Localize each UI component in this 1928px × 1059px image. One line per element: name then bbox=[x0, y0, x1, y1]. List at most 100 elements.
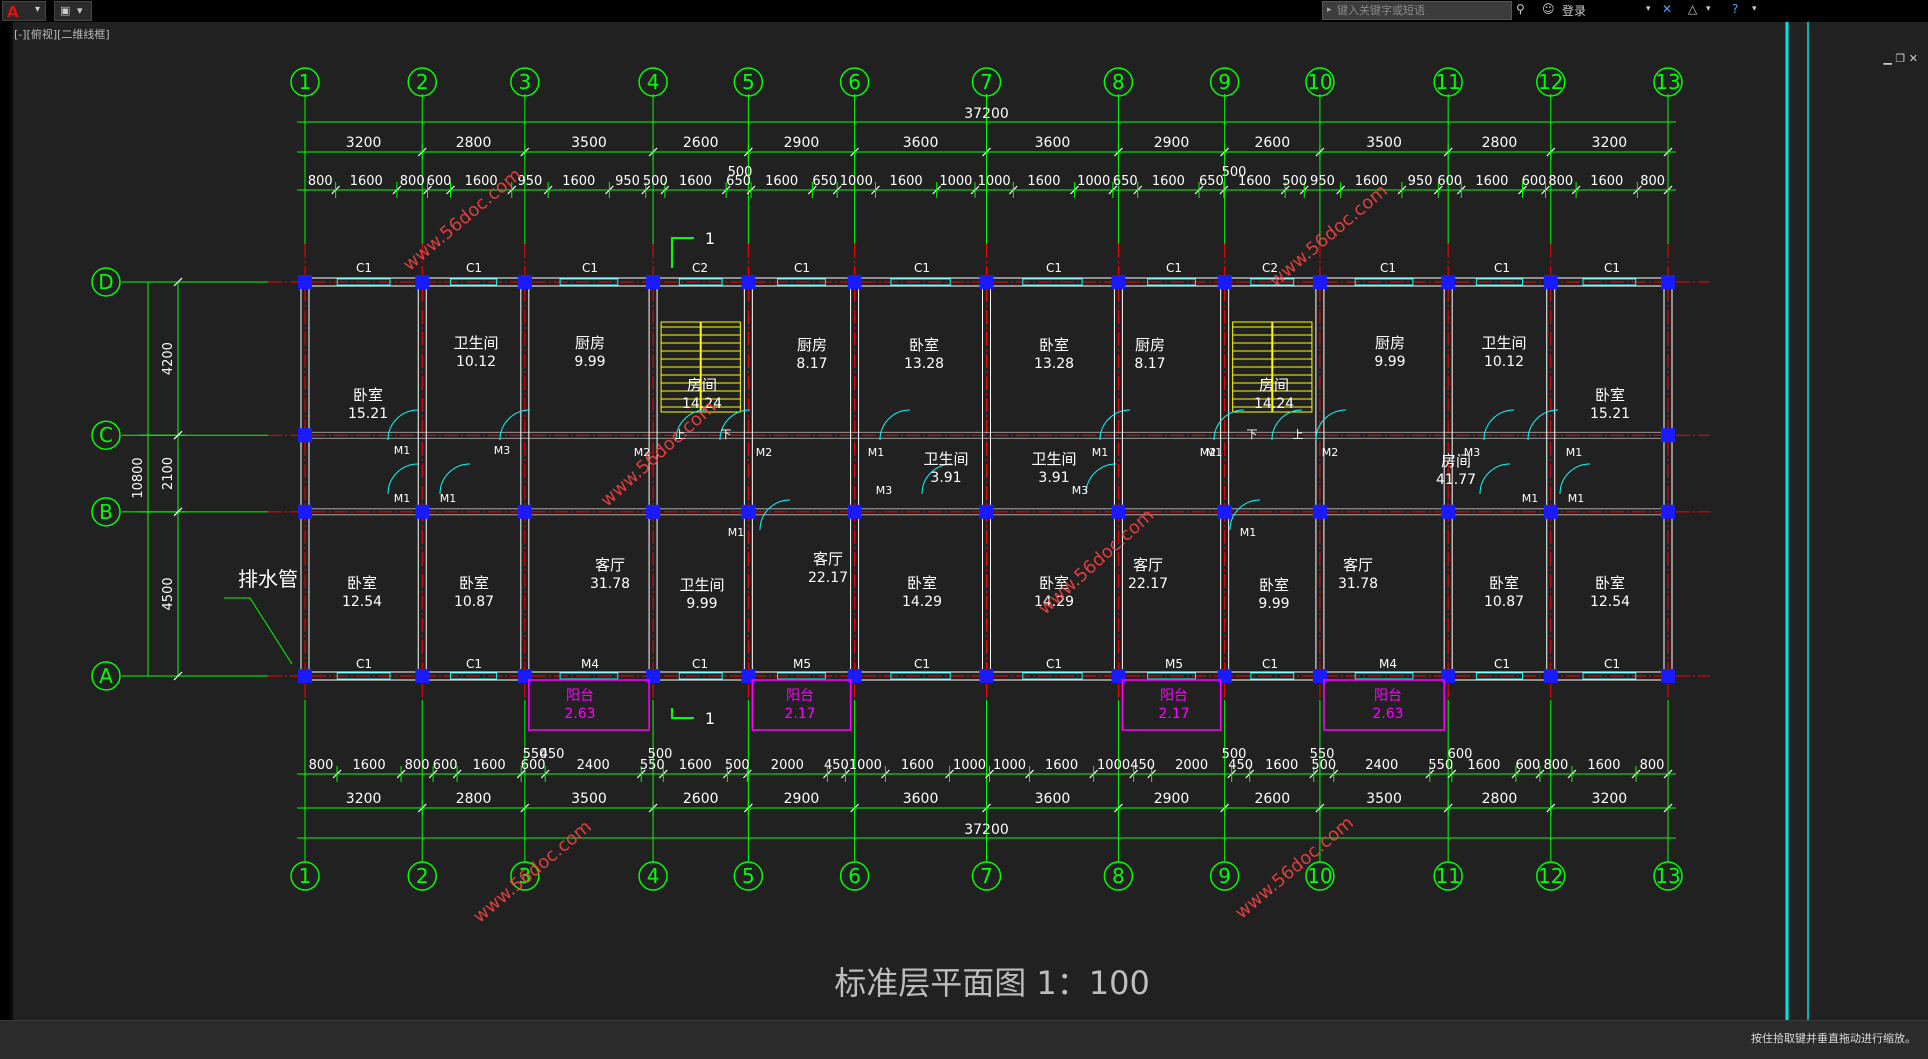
dimension-value: 500 bbox=[1222, 747, 1247, 762]
window-tag: C2 bbox=[692, 261, 708, 275]
dimension-value: 2400 bbox=[577, 758, 610, 773]
floor-plan-drawing[interactable]: 1122334455667788991010111112121313DCBA 3… bbox=[0, 22, 1928, 1020]
structural-column bbox=[646, 275, 661, 289]
balcony-name: 阳台 bbox=[566, 688, 594, 704]
dimension-value: 450 bbox=[824, 758, 849, 773]
dimension-value: 1600 bbox=[1587, 758, 1620, 773]
window-tag: C1 bbox=[356, 657, 372, 671]
dimension-value: 2800 bbox=[1482, 791, 1518, 807]
binoculars-icon[interactable]: ⚲ bbox=[1516, 2, 1525, 20]
dimension-value: 650 bbox=[812, 174, 837, 189]
structural-column bbox=[847, 275, 862, 289]
structural-column bbox=[415, 504, 430, 519]
chevron-down-icon[interactable]: ▾ bbox=[1646, 4, 1651, 22]
window-tag: C1 bbox=[1262, 657, 1278, 671]
exchange-icon[interactable]: ✕ bbox=[1662, 2, 1672, 20]
dimension-value: 1600 bbox=[353, 758, 386, 773]
watermark-text: www.56doc.com bbox=[596, 397, 720, 511]
dimension-value: 950 bbox=[1408, 174, 1433, 189]
structural-column bbox=[1661, 275, 1675, 289]
room-area: 13.28 bbox=[1034, 356, 1074, 372]
door-tag: M1 bbox=[1522, 492, 1539, 505]
door-tag: M1 bbox=[1092, 446, 1109, 459]
dimension-value: 1000 bbox=[1097, 758, 1130, 773]
structural-column bbox=[741, 504, 756, 519]
structural-column bbox=[1441, 275, 1456, 289]
axis-label-x: 4 bbox=[647, 864, 660, 888]
door-swing bbox=[439, 463, 471, 495]
left-edge-bar bbox=[10, 22, 13, 1020]
dimension-value: 2600 bbox=[683, 135, 719, 151]
room-name: 卧室 bbox=[1489, 574, 1519, 592]
dimension-value: 2800 bbox=[1482, 135, 1518, 151]
room-name: 卧室 bbox=[907, 574, 937, 592]
dimension-value: 1600 bbox=[679, 758, 712, 773]
axis-label-x: 1 bbox=[299, 864, 312, 888]
axis-label-x: 6 bbox=[848, 864, 861, 888]
restore-icon[interactable]: ❐ bbox=[1895, 52, 1905, 65]
login-button[interactable]: 登录 bbox=[1562, 2, 1586, 20]
autocad-logo-icon: A bbox=[7, 3, 19, 21]
structural-column bbox=[517, 669, 532, 683]
balcony-area: 2.17 bbox=[784, 706, 815, 722]
room-area: 9.99 bbox=[686, 596, 717, 612]
help-icon[interactable]: ? bbox=[1732, 2, 1738, 20]
dimension-value: 2900 bbox=[784, 135, 820, 151]
a360-icon[interactable]: △ bbox=[1688, 2, 1697, 20]
chevron-down-icon[interactable]: ▾ bbox=[1706, 4, 1711, 22]
dimension-value: 500 bbox=[648, 747, 673, 762]
axis-label-x: 3 bbox=[518, 70, 531, 94]
close-icon[interactable]: ✕ bbox=[1909, 52, 1918, 65]
door-tag: M2 bbox=[1200, 446, 1217, 459]
room-name: 厨房 bbox=[1375, 334, 1405, 352]
search-box[interactable]: ▸ bbox=[1322, 1, 1512, 20]
structural-column bbox=[1111, 504, 1126, 519]
dimension-value: 1000 bbox=[1077, 174, 1110, 189]
axis-label-x: 13 bbox=[1655, 864, 1680, 888]
door-tag: M3 bbox=[1072, 484, 1089, 497]
room-area: 3.91 bbox=[1038, 470, 1069, 486]
dimension-value: 3600 bbox=[1035, 135, 1071, 151]
structural-column bbox=[298, 275, 312, 289]
dimension-value: 800 bbox=[309, 758, 334, 773]
room-area: 41.77 bbox=[1436, 472, 1476, 488]
room-area: 8.17 bbox=[796, 356, 827, 372]
room-name: 卧室 bbox=[1039, 336, 1069, 354]
axis-label-x: 1 bbox=[299, 70, 312, 94]
dimension-value: 450 bbox=[1130, 758, 1155, 773]
dimension-value: 3500 bbox=[571, 135, 607, 151]
room-area: 14.24 bbox=[1254, 396, 1294, 412]
minimize-icon[interactable]: ▁ bbox=[1883, 52, 1891, 65]
room-area: 9.99 bbox=[574, 354, 605, 370]
stair-direction-mark: 下 bbox=[721, 428, 732, 441]
room-area: 31.78 bbox=[1338, 576, 1378, 592]
dimension-value: 1600 bbox=[1475, 174, 1508, 189]
structural-column bbox=[1312, 504, 1327, 519]
structural-column bbox=[298, 428, 312, 443]
section-mark-label: 1 bbox=[705, 709, 715, 728]
structural-column bbox=[415, 669, 430, 683]
search-input[interactable] bbox=[1337, 2, 1507, 19]
quick-access-toolbar[interactable]: ▣ ▾ bbox=[54, 1, 92, 21]
axis-label-x: 5 bbox=[742, 864, 755, 888]
viewport-label[interactable]: [-][俯视][二维线框] bbox=[14, 26, 110, 42]
dimension-value: 1000 bbox=[939, 174, 972, 189]
user-icon[interactable]: ☺ bbox=[1542, 2, 1555, 20]
dimension-value: 1600 bbox=[901, 758, 934, 773]
dimension-value: 1600 bbox=[890, 174, 923, 189]
chevron-down-icon[interactable]: ▾ bbox=[1752, 4, 1757, 22]
dimension-value: 2900 bbox=[1154, 135, 1190, 151]
dimension-value: 3200 bbox=[1592, 135, 1628, 151]
window-tag: C1 bbox=[1494, 657, 1510, 671]
door-tag: M2 bbox=[756, 446, 773, 459]
chevron-down-icon: ▾ bbox=[35, 4, 41, 15]
dimension-value: 800 bbox=[1640, 758, 1665, 773]
dimension-value: 3500 bbox=[1366, 135, 1402, 151]
axis-label-x: 6 bbox=[848, 70, 861, 94]
room-name: 厨房 bbox=[797, 336, 827, 354]
drawing-viewport[interactable]: 1 1 2 2 3 3 4 4 5 5 6 6 7 7 8 8 9 9 10 10 11 11 12 12 13 13 D C B A 3… bbox=[0, 22, 1928, 1020]
save-icon: ▣ bbox=[60, 4, 71, 17]
window-tag: C1 bbox=[466, 657, 482, 671]
application-menu-button[interactable]: A ▾ bbox=[2, 1, 46, 21]
axis-label-y: A bbox=[99, 664, 113, 688]
